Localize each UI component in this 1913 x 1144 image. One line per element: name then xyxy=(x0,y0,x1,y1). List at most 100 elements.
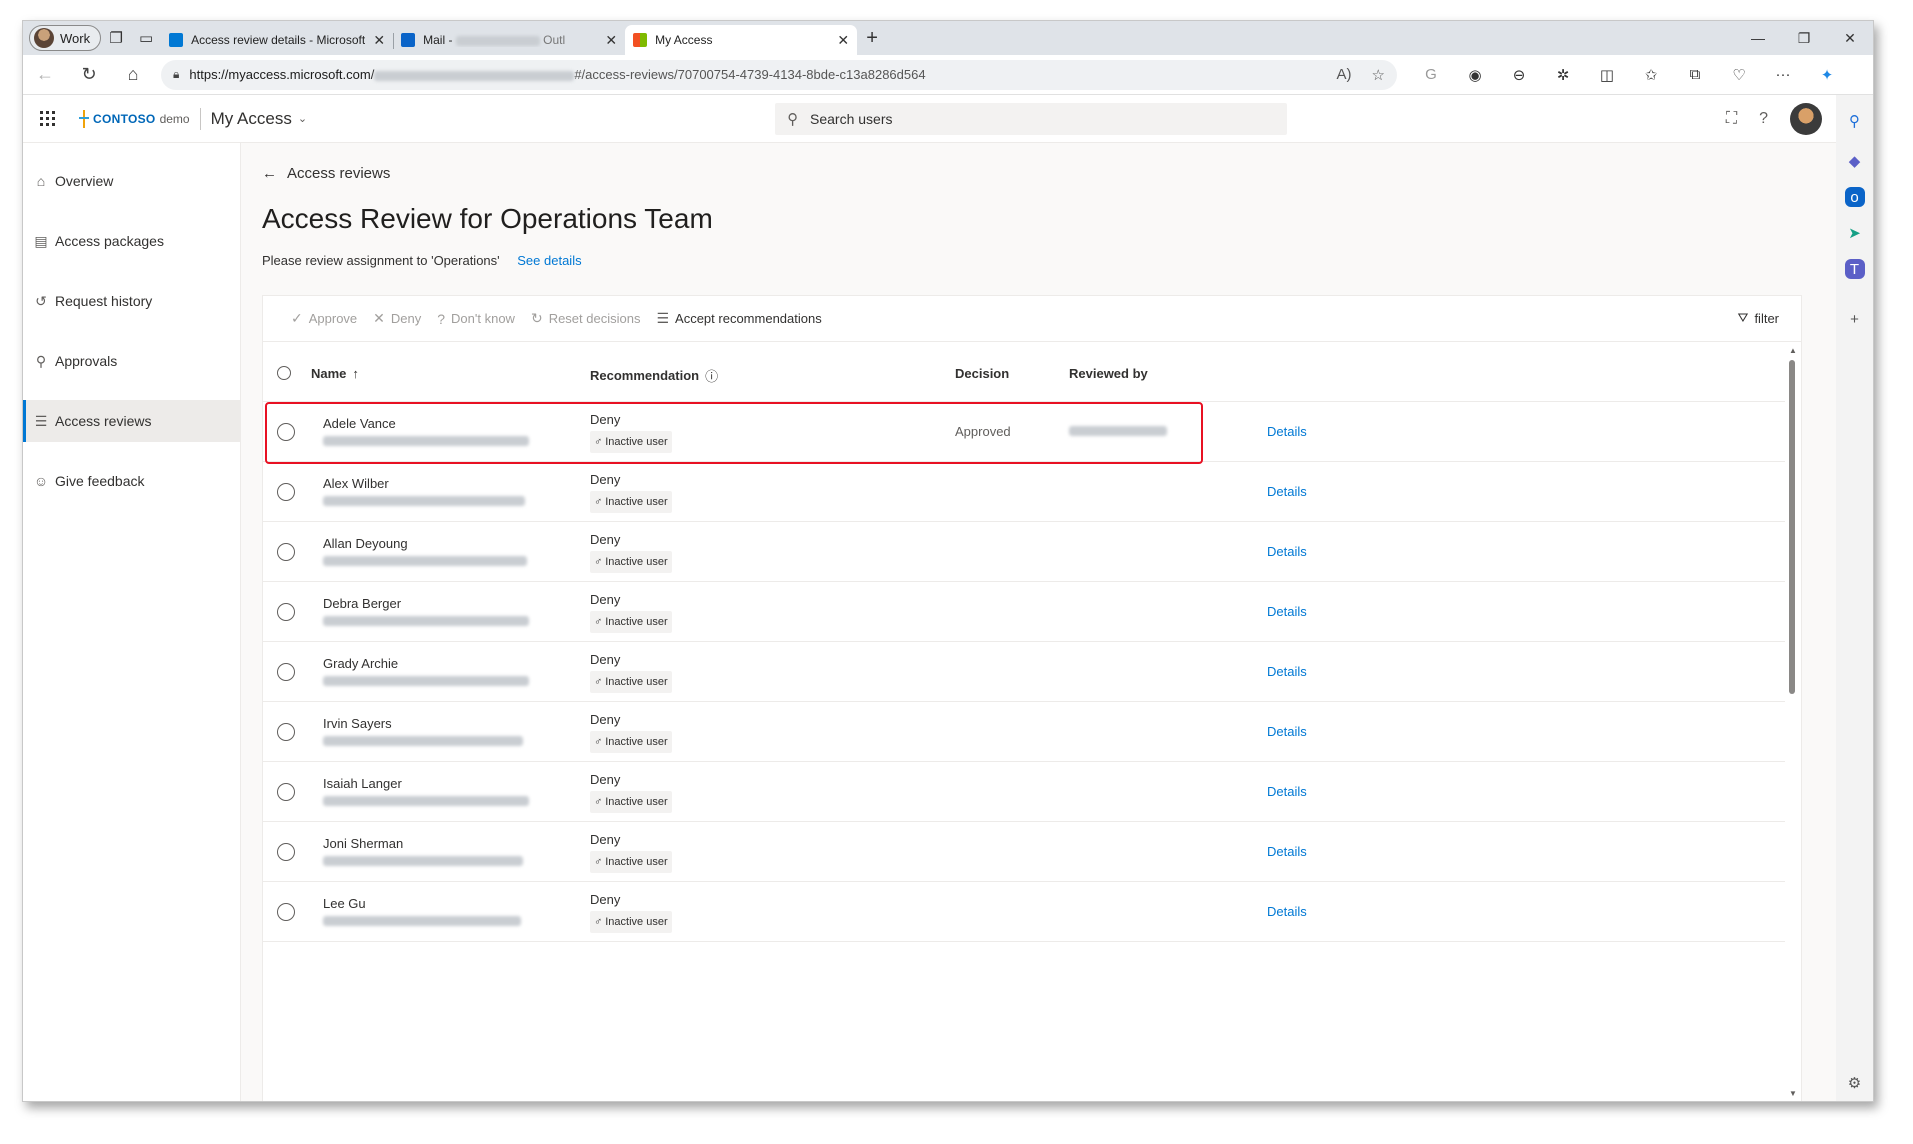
split-screen-icon[interactable]: ◫ xyxy=(1585,60,1629,90)
table-row[interactable]: Alex Wilber Deny ♂ Inactive user Details xyxy=(263,462,1785,522)
scrollbar-thumb[interactable] xyxy=(1789,360,1795,694)
new-tab-icon[interactable]: + xyxy=(857,25,887,51)
info-icon[interactable]: ⓘ xyxy=(705,366,718,385)
row-select-radio[interactable] xyxy=(277,543,295,561)
teams-sidebar-icon[interactable]: T xyxy=(1844,259,1865,279)
close-tab-icon[interactable]: ✕ xyxy=(605,32,617,49)
browser-tab-access-review[interactable]: Access review details - Microsoft ✕ xyxy=(161,25,393,55)
search-users-input[interactable]: ⚲ Search users xyxy=(775,103,1287,135)
recommendation-value: Deny xyxy=(590,832,621,847)
details-link[interactable]: Details xyxy=(1267,904,1307,919)
table-row[interactable]: Grady Archie Deny ♂ Inactive user Details xyxy=(263,642,1785,702)
workspaces-icon[interactable]: ❐ xyxy=(101,25,131,51)
sidebar-item-label: Request history xyxy=(55,293,153,309)
refresh-icon[interactable]: ↻ xyxy=(67,58,111,92)
row-select-radio[interactable] xyxy=(277,423,295,441)
blocker-icon[interactable]: ⊖ xyxy=(1497,60,1541,90)
table-row[interactable]: Irvin Sayers Deny ♂ Inactive user Details xyxy=(263,702,1785,762)
row-select-radio[interactable] xyxy=(277,783,295,801)
table-row[interactable]: Debra Berger Deny ♂ Inactive user Details xyxy=(263,582,1785,642)
brand-name: CONTOSO xyxy=(93,111,156,126)
see-details-link[interactable]: See details xyxy=(517,253,581,268)
tab-actions-icon[interactable]: ▭ xyxy=(131,25,161,51)
outlook-sidebar-icon[interactable]: o xyxy=(1844,187,1865,207)
approve-button[interactable]: ✓ Approve xyxy=(291,310,357,327)
close-window-icon[interactable]: ✕ xyxy=(1827,21,1873,55)
row-select-radio[interactable] xyxy=(277,723,295,741)
minimize-icon[interactable]: — xyxy=(1735,21,1781,55)
user-name: Adele Vance xyxy=(323,416,396,431)
details-link[interactable]: Details xyxy=(1267,604,1307,619)
close-tab-icon[interactable]: ✕ xyxy=(373,32,385,49)
table-row[interactable]: Lee Gu Deny ♂ Inactive user Details xyxy=(263,882,1785,942)
copilot-sidebar-icon[interactable]: ◆ xyxy=(1841,147,1869,175)
user-avatar[interactable] xyxy=(1790,103,1822,135)
select-all-radio[interactable] xyxy=(277,366,291,380)
redacted-reviewer xyxy=(1069,426,1167,436)
details-link[interactable]: Details xyxy=(1267,784,1307,799)
details-link[interactable]: Details xyxy=(1267,544,1307,559)
row-select-radio[interactable] xyxy=(277,843,295,861)
app-launcher-icon[interactable] xyxy=(23,95,71,143)
collections-icon[interactable]: ⧉ xyxy=(1673,60,1717,90)
back-to-access-reviews-link[interactable]: ← Access reviews xyxy=(262,165,390,182)
details-link[interactable]: Details xyxy=(1267,424,1307,439)
scroll-up-icon[interactable]: ▲ xyxy=(1789,346,1797,355)
row-select-radio[interactable] xyxy=(277,483,295,501)
column-header-name[interactable]: Name ↑ xyxy=(311,366,359,381)
accept-recommendations-button[interactable]: ☰ Accept recommendations xyxy=(656,310,821,327)
restore-icon[interactable]: ❐ xyxy=(1781,21,1827,55)
scroll-down-icon[interactable]: ▼ xyxy=(1789,1089,1797,1098)
sidebar-item-access-packages[interactable]: ▤ Access packages xyxy=(23,220,241,262)
browser-tab-my-access[interactable]: My Access ✕ xyxy=(625,25,858,55)
read-aloud-icon[interactable]: A) xyxy=(1337,66,1352,84)
screenshot-frame: Work ❐ ▭ Access review details - Microso… xyxy=(22,20,1874,1102)
details-link[interactable]: Details xyxy=(1267,484,1307,499)
password-manager-icon[interactable]: ◉ xyxy=(1453,60,1497,90)
browser-tab-mail[interactable]: Mail - Outl ✕ xyxy=(393,25,625,55)
close-tab-icon[interactable]: ✕ xyxy=(837,32,849,49)
details-link[interactable]: Details xyxy=(1267,724,1307,739)
sidebar-item-request-history[interactable]: ↺ Request history xyxy=(23,280,241,322)
row-select-radio[interactable] xyxy=(277,603,295,621)
app-switcher[interactable]: My Access ⌄ xyxy=(211,109,307,129)
sidebar-item-access-reviews[interactable]: ☰ Access reviews xyxy=(23,400,241,442)
more-options-icon[interactable]: ··· xyxy=(1761,60,1805,90)
checklist-icon: ☰ xyxy=(656,310,670,326)
row-select-radio[interactable] xyxy=(277,663,295,681)
inactive-user-badge: ♂ Inactive user xyxy=(590,911,672,933)
reset-decisions-button[interactable]: ↻ Reset decisions xyxy=(531,310,641,327)
extensions-icon[interactable]: ✲ xyxy=(1541,60,1585,90)
profile-button[interactable]: Work xyxy=(29,25,102,51)
organization-icon[interactable]: ⛶ xyxy=(1726,110,1737,128)
deny-button[interactable]: ✕ Deny xyxy=(373,310,421,327)
add-sidebar-app-icon[interactable]: + xyxy=(1841,305,1869,333)
details-link[interactable]: Details xyxy=(1267,844,1307,859)
sidebar-item-give-feedback[interactable]: ☺ Give feedback xyxy=(23,460,241,502)
drop-sidebar-icon[interactable]: ➤ xyxy=(1841,219,1869,247)
details-link[interactable]: Details xyxy=(1267,664,1307,679)
favorite-star-icon[interactable]: ☆ xyxy=(1372,66,1385,84)
browser-essentials-icon[interactable]: ♡ xyxy=(1717,60,1761,90)
home-icon[interactable]: ⌂ xyxy=(111,58,155,92)
address-bar[interactable]: 🔒︎ https://myaccess.microsoft.com/ #/acce… xyxy=(161,59,1397,90)
favorites-icon[interactable]: ✩ xyxy=(1629,60,1673,90)
translate-icon[interactable]: G xyxy=(1409,60,1453,90)
sidebar-settings-icon[interactable]: ⚙ xyxy=(1841,1069,1869,1097)
copilot-icon[interactable]: ✦ xyxy=(1805,60,1849,90)
row-select-radio[interactable] xyxy=(277,903,295,921)
search-sidebar-icon[interactable]: ⚲ xyxy=(1841,107,1869,135)
scrollbar[interactable]: ▲ ▼ xyxy=(1785,342,1801,1101)
table-row[interactable]: Joni Sherman Deny ♂ Inactive user Details xyxy=(263,822,1785,882)
sidebar-item-approvals[interactable]: ⚲ Approvals xyxy=(23,340,241,382)
back-arrow-icon[interactable]: ← xyxy=(23,58,67,92)
table-row[interactable]: Isaiah Langer Deny ♂ Inactive user Details xyxy=(263,762,1785,822)
sidebar-item-overview[interactable]: ⌂ Overview xyxy=(23,160,241,202)
search-placeholder: Search users xyxy=(810,111,893,127)
dont-know-button[interactable]: ? Don't know xyxy=(437,311,515,327)
back-link-label: Access reviews xyxy=(287,165,391,182)
help-icon[interactable]: ? xyxy=(1759,110,1768,128)
filter-button[interactable]: ⛛ filter xyxy=(1738,310,1779,326)
table-row[interactable]: Adele Vance Deny ♂ Inactive user Approved Det… xyxy=(263,402,1785,462)
table-row[interactable]: Allan Deyoung Deny ♂ Inactive user Details xyxy=(263,522,1785,582)
